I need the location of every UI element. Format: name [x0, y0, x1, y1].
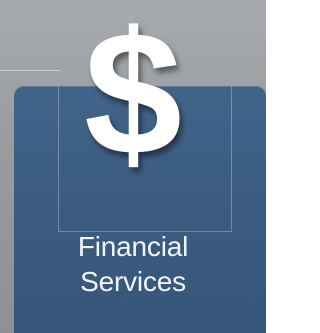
svg-text:$: $ [84, 6, 182, 178]
tile-label: Financial Services [0, 229, 266, 299]
page-background: $ Financial Services [0, 0, 266, 333]
tile-label-line1: Financial [77, 231, 189, 262]
decorative-line [0, 70, 60, 71]
tile-label-line2: Services [80, 266, 186, 297]
dollar-icon: $ [84, 6, 182, 178]
